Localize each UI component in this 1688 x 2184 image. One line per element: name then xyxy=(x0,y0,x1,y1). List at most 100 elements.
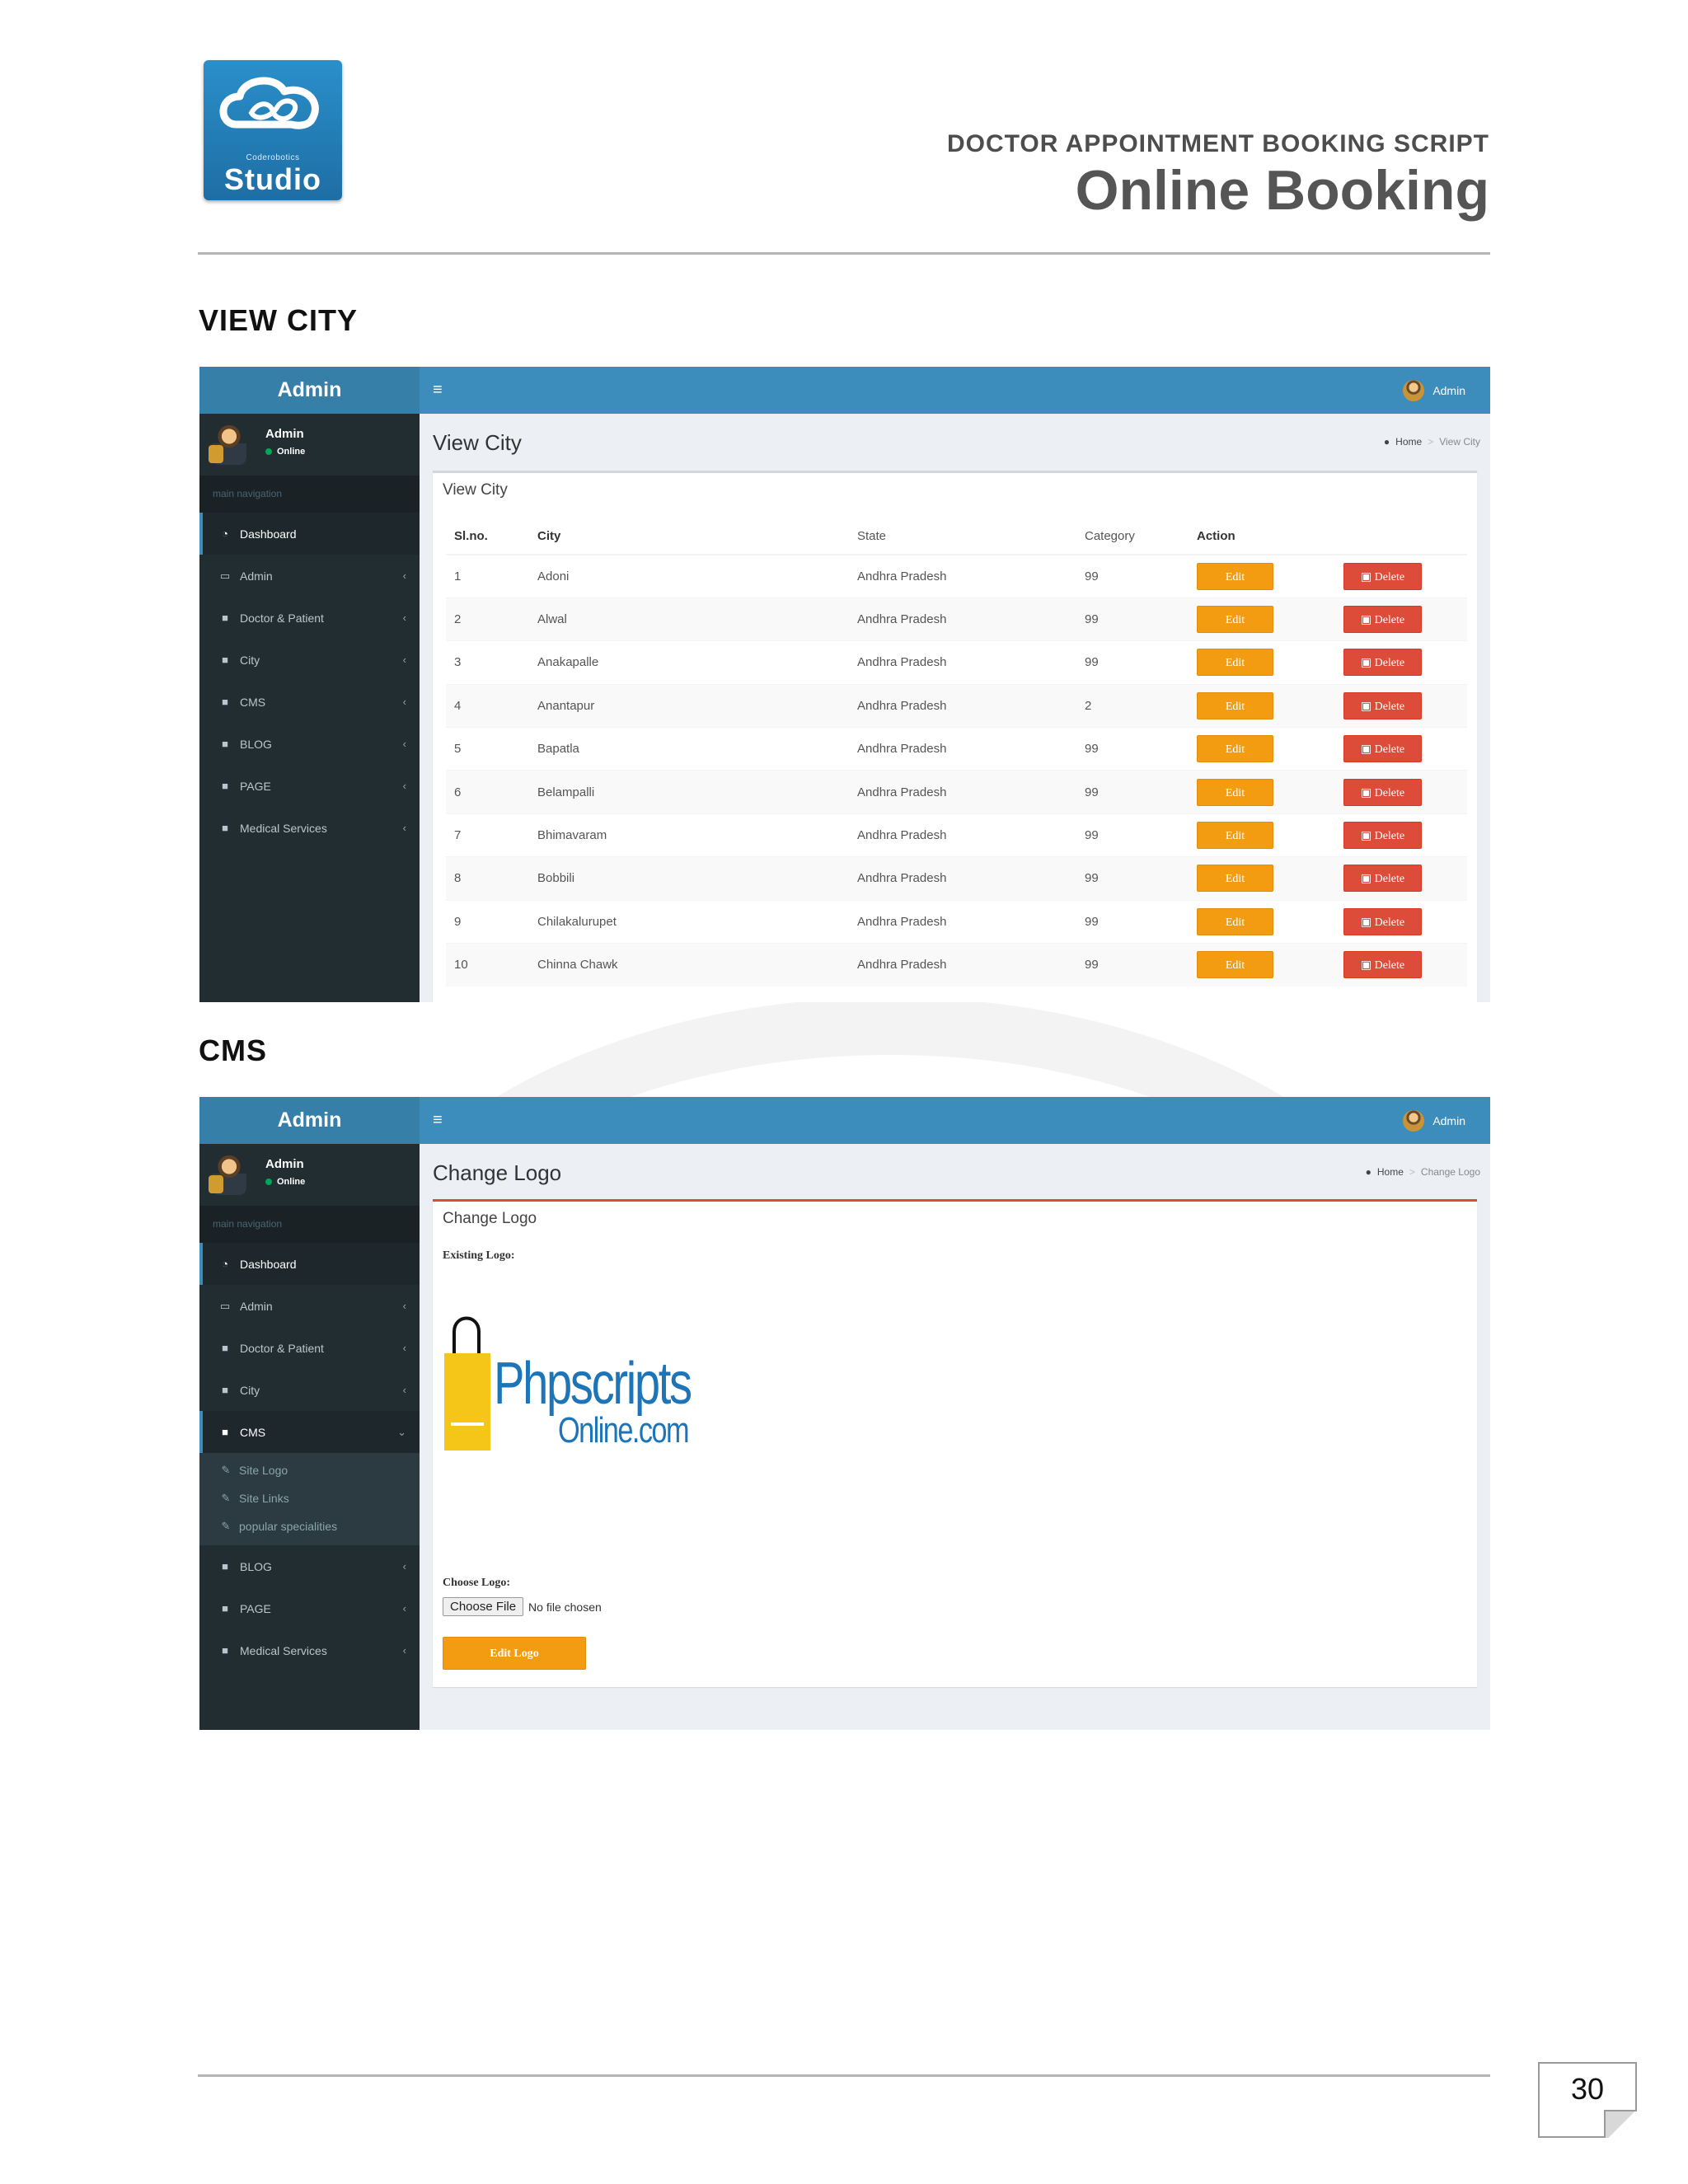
chevron-left-icon: ‹ xyxy=(402,1384,406,1396)
edit-button[interactable]: Edit xyxy=(1197,778,1273,806)
sidebar-item-admin[interactable]: ▭ Admin ‹ xyxy=(199,555,420,597)
delete-button[interactable]: ▣ Delete xyxy=(1343,735,1422,763)
delete-button[interactable]: ▣ Delete xyxy=(1343,606,1422,634)
edit-button[interactable]: Edit xyxy=(1197,691,1273,719)
delete-button[interactable]: ▣ Delete xyxy=(1343,649,1422,677)
cell-sl: 4 xyxy=(446,683,529,728)
delete-button[interactable]: ▣ Delete xyxy=(1343,562,1422,590)
laptop-icon: ▭ xyxy=(219,1299,231,1312)
sidebar-item-blog[interactable]: ■ BLOG ‹ xyxy=(199,723,420,765)
file-input[interactable]: Choose File No file chosen xyxy=(443,1597,602,1616)
admin-brand[interactable]: Admin xyxy=(199,367,420,414)
sidebar-item-cms[interactable]: ■ CMS ⌄ xyxy=(199,1411,420,1453)
edit-button[interactable]: Edit xyxy=(1197,562,1273,590)
cell-delete: ▣ Delete xyxy=(1335,943,1467,987)
top-user-menu[interactable]: Admin xyxy=(1403,1097,1465,1144)
delete-button[interactable]: ▣ Delete xyxy=(1343,951,1422,979)
trash-icon: ▣ xyxy=(1360,700,1375,713)
footer-divider xyxy=(198,2074,1490,2077)
menu-toggle-icon[interactable]: ≡ xyxy=(433,367,443,414)
sidebar-item-page[interactable]: ■ PAGE ‹ xyxy=(199,1587,420,1629)
cloud-infinity-icon xyxy=(219,77,319,129)
nav-header: main navigation xyxy=(199,476,420,513)
delete-button[interactable]: ▣ Delete xyxy=(1343,778,1422,806)
folder-icon: ■ xyxy=(222,1644,228,1657)
sidebar-item-page[interactable]: ■ PAGE ‹ xyxy=(199,765,420,807)
sidebar-item-city[interactable]: ■ City ‹ xyxy=(199,639,420,681)
cell-edit: Edit xyxy=(1189,899,1335,944)
subnav-item-popular-specialities[interactable]: ✎ popular specialities xyxy=(199,1512,420,1540)
subnav-item-label: popular specialities xyxy=(239,1520,338,1533)
edit-icon: ✎ xyxy=(221,1492,231,1504)
sidebar-item-doctor-patient[interactable]: ■ Doctor & Patient ‹ xyxy=(199,597,420,639)
top-user-name: Admin xyxy=(1432,383,1465,397)
folder-icon: ■ xyxy=(222,822,228,834)
cell-city: Adoni xyxy=(529,554,849,598)
home-icon: ● xyxy=(1383,436,1390,448)
breadcrumb: ● Home > View City xyxy=(1384,436,1480,448)
subnav-item-site-logo[interactable]: ✎ Site Logo xyxy=(199,1456,420,1484)
chevron-left-icon: ‹ xyxy=(402,696,406,708)
trash-icon: ▣ xyxy=(1360,830,1375,843)
sidebar: Admin Online main navigation ◔ Dashboard ▭… xyxy=(199,1144,420,1730)
delete-label: Delete xyxy=(1374,830,1405,843)
sidebar-item-label: PAGE xyxy=(240,779,271,793)
edit-button[interactable]: Edit xyxy=(1197,822,1273,850)
status-text: Online xyxy=(277,1177,306,1187)
edit-logo-button[interactable]: Edit Logo xyxy=(443,1637,586,1670)
edit-button[interactable]: Edit xyxy=(1197,865,1273,893)
sidebar-item-medical-services[interactable]: ■ Medical Services ‹ xyxy=(199,1629,420,1671)
delete-button[interactable]: ▣ Delete xyxy=(1343,691,1422,719)
edit-button[interactable]: Edit xyxy=(1197,951,1273,979)
sidebar-item-doctor-patient[interactable]: ■ Doctor & Patient ‹ xyxy=(199,1327,420,1369)
sidebar-item-label: CMS xyxy=(240,1425,266,1439)
delete-button[interactable]: ▣ Delete xyxy=(1343,822,1422,850)
sidebar-item-dashboard[interactable]: ◔ Dashboard xyxy=(199,513,420,555)
breadcrumb-separator: > xyxy=(1409,1166,1415,1178)
chevron-left-icon: ‹ xyxy=(402,612,406,624)
edit-button[interactable]: Edit xyxy=(1197,606,1273,634)
page-title: Change Logo xyxy=(433,1160,562,1185)
user-status: Online xyxy=(265,447,305,457)
delete-button[interactable]: ▣ Delete xyxy=(1343,865,1422,893)
trash-icon: ▣ xyxy=(1360,614,1375,627)
column-header-city: City xyxy=(529,518,849,555)
folder-icon: ■ xyxy=(222,1342,228,1354)
sidebar-item-medical-services[interactable]: ■ Medical Services ‹ xyxy=(199,807,420,849)
breadcrumb-current: Change Logo xyxy=(1420,1166,1480,1178)
column-header-slno: Sl.no. xyxy=(446,518,529,555)
top-user-menu[interactable]: Admin xyxy=(1403,367,1465,414)
menu-toggle-icon[interactable]: ≡ xyxy=(433,1097,443,1144)
cell-sl: 9 xyxy=(446,899,529,944)
cell-category: 99 xyxy=(1076,813,1189,857)
sidebar-item-admin[interactable]: ▭ Admin ‹ xyxy=(199,1285,420,1327)
table-row: 10 Chinna Chawk Andhra Pradesh 99 Edit ▣ Dele… xyxy=(446,943,1467,987)
cell-state: Andhra Pradesh xyxy=(849,943,1076,987)
edit-button[interactable]: Edit xyxy=(1197,735,1273,763)
edit-button[interactable]: Edit xyxy=(1197,649,1273,677)
choose-file-button[interactable]: Choose File xyxy=(443,1597,524,1616)
sidebar-item-blog[interactable]: ■ BLOG ‹ xyxy=(199,1545,420,1587)
user-panel: Admin Online xyxy=(199,1144,420,1206)
cell-category: 99 xyxy=(1076,640,1189,685)
breadcrumb-home[interactable]: Home xyxy=(1377,1166,1404,1178)
city-box: View City Sl.no. City State Category Act… xyxy=(433,471,1477,1002)
sidebar-item-dashboard[interactable]: ◔ Dashboard xyxy=(199,1243,420,1285)
city-table-body: 1 Adoni Andhra Pradesh 99 Edit ▣ Delete 2 Alwal… xyxy=(446,554,1467,987)
subnav-item-site-links[interactable]: ✎ Site Links xyxy=(199,1484,420,1512)
sidebar-item-city[interactable]: ■ City ‹ xyxy=(199,1369,420,1411)
city-table: Sl.no. City State Category Action 1 Adoni… xyxy=(446,518,1467,987)
admin-brand[interactable]: Admin xyxy=(199,1097,420,1144)
sidebar-item-label: Admin xyxy=(240,1299,273,1313)
breadcrumb-home[interactable]: Home xyxy=(1395,436,1422,448)
cell-state: Andhra Pradesh xyxy=(849,727,1076,771)
delete-label: Delete xyxy=(1374,786,1405,799)
cell-city: Alwal xyxy=(529,597,849,641)
nav-header: main navigation xyxy=(199,1206,420,1243)
sidebar-item-label: Doctor & Patient xyxy=(240,611,324,625)
sidebar-item-cms[interactable]: ■ CMS ‹ xyxy=(199,681,420,723)
delete-button[interactable]: ▣ Delete xyxy=(1343,907,1422,935)
edit-button[interactable]: Edit xyxy=(1197,907,1273,935)
table-row: 9 Chilakalurupet Andhra Pradesh 99 Edit ▣ Del… xyxy=(446,899,1467,944)
cell-sl: 2 xyxy=(446,597,529,641)
